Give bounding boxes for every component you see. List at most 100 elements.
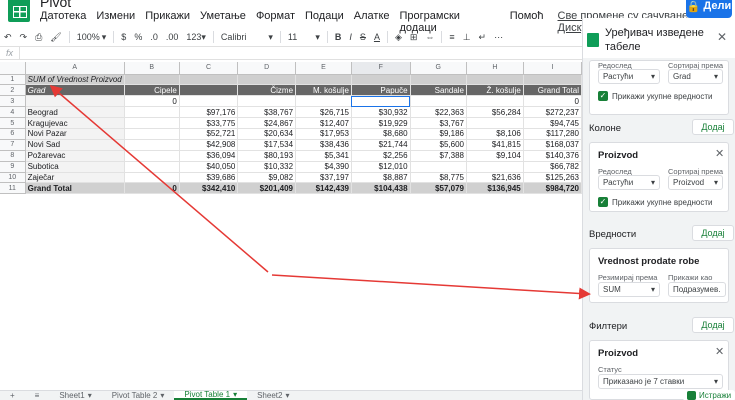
percent-button[interactable]: % [130,32,146,42]
cell-B5[interactable] [124,117,180,129]
cell-I10[interactable]: $125,263 [523,172,582,184]
cell-H7[interactable]: $41,815 [466,139,524,151]
column-header-F[interactable]: F [351,62,411,75]
show-as-select[interactable]: Подразумев... [668,282,726,297]
cell-E7[interactable]: $38,436 [295,139,352,151]
align-icon[interactable]: ≡ [445,32,458,42]
cell-G7[interactable]: $5,600 [410,139,468,151]
cell-E10[interactable]: $37,197 [295,172,352,184]
cell-E4[interactable]: $26,715 [295,106,352,119]
row-header[interactable]: 4 [0,106,26,119]
cell-D1[interactable] [237,74,297,86]
sheet-tab-0[interactable]: Sheet1 ▾ [49,391,101,400]
cell-C9[interactable]: $40,050 [179,161,239,173]
cell-A4[interactable]: Beograd [25,106,125,119]
columns-sort-select[interactable]: Proizvod ▾ [668,175,723,190]
cell-D9[interactable]: $10,332 [237,161,297,173]
print-icon[interactable]: ⎙ [31,32,46,43]
valign-icon[interactable]: ⊥ [459,32,475,43]
cell-F2[interactable]: Papuče [351,84,411,97]
all-sheets-button[interactable]: ≡ [25,391,50,400]
undo-icon[interactable]: ↶ [0,32,16,43]
cell-A3[interactable] [25,95,125,108]
cell-D5[interactable]: $24,867 [237,117,297,129]
cell-A1[interactable]: SUM of Vrednost Proizvod [25,74,125,86]
cell-D8[interactable]: $80,193 [237,150,297,162]
row-header[interactable]: 8 [0,150,26,162]
cell-C10[interactable]: $39,686 [179,172,239,184]
cell-G3[interactable] [410,95,468,108]
cell-F7[interactable]: $21,744 [351,139,411,151]
decrease-decimal-button[interactable]: .0 [146,32,162,42]
merge-icon[interactable]: ⇔ [421,32,438,42]
cell-B11[interactable]: 0 [124,182,180,195]
sheet-tab-1[interactable]: Pivot Table 2 ▾ [102,391,175,400]
cell-G2[interactable]: Sandale [410,84,468,97]
share-button[interactable]: 🔒 Дели [686,0,732,18]
strikethrough-button[interactable]: S [356,32,370,42]
cell-I7[interactable]: $168,037 [523,139,582,151]
explore-button[interactable]: Истражи [683,390,735,400]
cell-H1[interactable] [466,74,524,86]
add-value-button[interactable]: Додај [692,225,734,241]
font-select[interactable]: Calibri ▾ [217,32,277,43]
corner-cell[interactable] [0,62,26,75]
cell-H8[interactable]: $9,104 [466,150,524,162]
sheet-tab-3[interactable]: Sheet2 ▾ [247,391,299,400]
cell-I11[interactable]: $984,720 [523,182,582,195]
sheet-tab-2[interactable]: Pivot Table 1 ▾ [174,390,248,400]
cell-E2[interactable]: M. košulje [295,84,352,97]
column-header-G[interactable]: G [410,62,468,75]
cell-B3[interactable]: 0 [124,95,180,108]
cell-H3[interactable] [466,95,524,108]
row-header[interactable]: 9 [0,161,26,173]
cell-C2[interactable] [179,84,239,97]
number-format-button[interactable]: 123▾ [182,32,210,43]
italic-button[interactable]: I [345,32,356,42]
remove-column-icon[interactable]: ✕ [715,147,724,160]
cell-G1[interactable] [410,74,468,86]
cell-B7[interactable] [124,139,180,151]
cell-D3[interactable] [237,95,297,108]
cell-F9[interactable]: $12,010 [351,161,411,173]
summarize-select[interactable]: SUM ▾ [598,282,660,297]
cell-D11[interactable]: $201,409 [237,182,297,195]
cell-C5[interactable]: $33,775 [179,117,239,129]
formula-input[interactable] [20,47,582,59]
font-size-select[interactable]: 11 ▾ [284,32,324,43]
cell-I5[interactable]: $94,745 [523,117,582,129]
cell-A10[interactable]: Zaječar [25,172,125,184]
cell-D4[interactable]: $38,767 [237,106,297,119]
cell-F5[interactable]: $19,929 [351,117,411,129]
cell-E11[interactable]: $142,439 [295,182,352,195]
cell-E9[interactable]: $4,390 [295,161,352,173]
cell-B1[interactable] [124,74,180,86]
rows-show-totals-checkbox[interactable]: ✓ Прикажи укупне вредности [598,91,713,101]
cell-C7[interactable]: $42,908 [179,139,239,151]
cell-H4[interactable]: $56,284 [466,106,524,119]
cell-F6[interactable]: $8,680 [351,128,411,140]
cell-D6[interactable]: $20,634 [237,128,297,140]
cell-C11[interactable]: $342,410 [179,182,239,195]
cell-H10[interactable]: $21,636 [466,172,524,184]
cell-G11[interactable]: $57,079 [410,182,468,195]
paint-format-icon[interactable]: 🖌 [46,32,65,43]
wrap-icon[interactable]: ↵ [475,32,491,43]
cell-H2[interactable]: Ž. košulje [466,84,524,97]
cell-G8[interactable]: $7,388 [410,150,468,162]
cell-H9[interactable] [466,161,524,173]
row-header[interactable]: 2 [0,84,26,97]
currency-button[interactable]: $ [117,32,130,42]
cell-G6[interactable]: $9,186 [410,128,468,140]
row-header[interactable]: 7 [0,139,26,151]
cell-F11[interactable]: $104,438 [351,182,411,195]
zoom-select[interactable]: 100% ▾ [73,32,111,43]
cell-C3[interactable] [179,95,239,108]
cell-B10[interactable] [124,172,180,184]
column-header-H[interactable]: H [466,62,524,75]
cell-F10[interactable]: $8,887 [351,172,411,184]
doc-title[interactable]: Pivot [40,0,71,10]
cell-A5[interactable]: Kragujevac [25,117,125,129]
cell-I1[interactable] [523,74,582,86]
cell-A9[interactable]: Subotica [25,161,125,173]
